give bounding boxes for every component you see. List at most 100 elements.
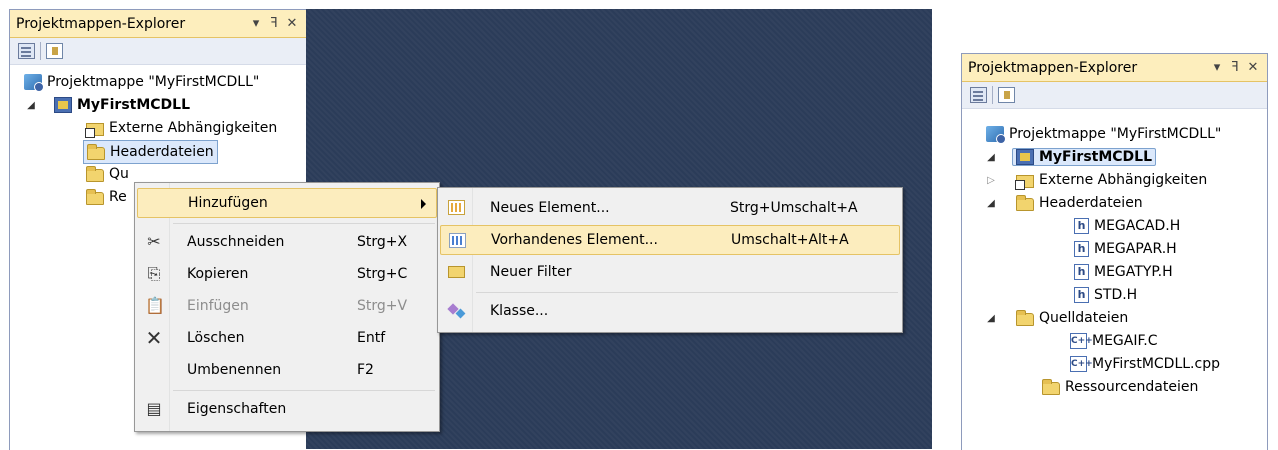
copy-icon: ⎘ xyxy=(147,264,161,283)
ressourcendateien-label: Re xyxy=(109,189,127,205)
external-deps-label: Externe Abhängigkeiten xyxy=(109,120,278,136)
submenu-hinzufuegen: Neues Element... Strg+Umschalt+A Vorhand… xyxy=(437,187,903,333)
menu-item-label: Einfügen xyxy=(187,298,249,314)
menu-shortcut: Strg+C xyxy=(357,266,408,282)
show-all-files-icon[interactable] xyxy=(46,43,63,59)
tree-node-project[interactable]: ◢ MyFirstMCDLL xyxy=(24,94,190,116)
pin-icon[interactable]: ꟻ xyxy=(1227,60,1243,75)
header-file-icon: h xyxy=(1074,241,1089,257)
solution-explorer-right: Projektmappen-Explorer ▾ ꟻ ✕ Projektmapp… xyxy=(961,53,1268,450)
file-label: MEGAPAR.H xyxy=(1094,241,1177,257)
external-dependencies-icon xyxy=(1015,174,1034,190)
menu-item-loeschen[interactable]: ✕ Löschen Entf xyxy=(137,323,437,353)
expand-arrow-icon[interactable]: ▷ xyxy=(984,175,998,186)
properties-icon[interactable] xyxy=(970,87,987,103)
class-icon xyxy=(448,303,465,318)
quelldateien-label: Qu xyxy=(109,166,129,182)
solution-icon xyxy=(986,126,1006,144)
tree-node-megatyp-h[interactable]: h MEGATYP.H xyxy=(1074,261,1173,283)
tree-node-project[interactable]: ◢ MyFirstMCDLL xyxy=(984,146,1157,168)
dropdown-icon[interactable]: ▾ xyxy=(1209,60,1225,75)
toolbar-separator xyxy=(40,42,41,60)
menu-item-label: Eigenschaften xyxy=(187,401,287,417)
headerdateien-label: Headerdateien xyxy=(1039,195,1143,211)
tree-node-headerdateien[interactable]: ◢ Headerdateien xyxy=(984,192,1143,214)
external-dependencies-icon xyxy=(85,122,104,138)
quelldateien-label: Quelldateien xyxy=(1039,310,1129,326)
folder-icon xyxy=(86,165,104,182)
project-selection: MyFirstMCDLL xyxy=(1012,148,1157,166)
collapse-arrow-icon[interactable]: ◢ xyxy=(984,313,998,324)
tree-node-myfirstmcdll-cpp[interactable]: C++ MyFirstMCDLL.cpp xyxy=(1070,353,1220,375)
properties-icon[interactable] xyxy=(18,43,35,59)
folder-icon xyxy=(86,188,104,205)
menu-item-neues-element[interactable]: Neues Element... Strg+Umschalt+A xyxy=(440,193,900,223)
dropdown-icon[interactable]: ▾ xyxy=(248,16,264,31)
collapse-arrow-icon[interactable]: ◢ xyxy=(984,198,998,209)
external-deps-label: Externe Abhängigkeiten xyxy=(1039,172,1208,188)
show-all-files-icon[interactable] xyxy=(998,87,1015,103)
menu-shortcut: Entf xyxy=(357,330,386,346)
cpp-file-icon: C++ xyxy=(1070,356,1093,372)
menu-item-ausschneiden[interactable]: ✂ Ausschneiden Strg+X xyxy=(137,227,437,257)
file-label: MEGACAD.H xyxy=(1094,218,1181,234)
folder-icon xyxy=(1042,378,1060,395)
menu-item-label: Umbenennen xyxy=(187,362,282,378)
project-icon xyxy=(1016,149,1034,165)
tree-node-std-h[interactable]: h STD.H xyxy=(1074,284,1137,306)
menu-shortcut: Strg+X xyxy=(357,234,408,250)
scissors-icon: ✂ xyxy=(147,232,161,251)
tree-node-external-deps[interactable]: ▷ Externe Abhängigkeiten xyxy=(984,169,1207,191)
project-label: MyFirstMCDLL xyxy=(1039,149,1153,165)
tree-node-headerdateien[interactable]: Headerdateien xyxy=(83,140,218,164)
explorer-title: Projektmappen-Explorer xyxy=(968,59,1138,76)
tree-node-solution[interactable]: Projektmappe "MyFirstMCDLL" xyxy=(986,123,1221,145)
menu-item-label: Neues Element... xyxy=(490,200,610,216)
explorer-toolbar xyxy=(10,38,306,65)
tree-node-quelldateien[interactable]: ◢ Quelldateien xyxy=(984,307,1128,329)
project-label: MyFirstMCDLL xyxy=(77,97,191,113)
submenu-arrow-icon xyxy=(421,199,426,209)
file-label: MyFirstMCDLL.cpp xyxy=(1092,356,1220,372)
tree-node-solution[interactable]: Projektmappe "MyFirstMCDLL" xyxy=(24,71,259,93)
menu-shortcut: Strg+V xyxy=(357,298,408,314)
menu-item-hinzufuegen[interactable]: Hinzufügen xyxy=(137,188,437,218)
menu-item-einfuegen[interactable]: 📋 Einfügen Strg+V xyxy=(137,291,437,321)
menu-item-label: Klasse... xyxy=(490,303,549,319)
toolbar-separator xyxy=(992,86,993,104)
menu-item-neuer-filter[interactable]: Neuer Filter xyxy=(440,257,900,287)
tree-node-quelldateien[interactable]: Qu xyxy=(86,163,129,185)
menu-item-label: Kopieren xyxy=(187,266,249,282)
project-icon xyxy=(54,97,72,113)
menu-shortcut: F2 xyxy=(357,362,374,378)
open-folder-icon xyxy=(1016,309,1034,326)
folder-icon xyxy=(87,143,105,160)
close-icon[interactable]: ✕ xyxy=(284,16,300,31)
delete-icon: ✕ xyxy=(145,326,163,350)
tree-node-megaif-c[interactable]: C++ MEGAIF.C xyxy=(1070,330,1158,352)
tree-node-ressourcendateien[interactable]: Re xyxy=(86,186,127,208)
menu-separator xyxy=(173,223,435,224)
menu-item-kopieren[interactable]: ⎘ Kopieren Strg+C xyxy=(137,259,437,289)
ressourcendateien-label: Ressourcendateien xyxy=(1065,379,1199,395)
pin-icon[interactable]: ꟻ xyxy=(266,16,282,31)
menu-item-label: Vorhandenes Element... xyxy=(491,232,658,248)
menu-item-vorhandenes-element[interactable]: Vorhandenes Element... Umschalt+Alt+A xyxy=(440,225,900,255)
menu-item-label: Ausschneiden xyxy=(187,234,285,250)
context-menu: Hinzufügen ✂ Ausschneiden Strg+X ⎘ Kopie… xyxy=(134,182,440,432)
tree-node-ressourcendateien[interactable]: Ressourcendateien xyxy=(1042,376,1198,398)
file-label: STD.H xyxy=(1094,287,1138,303)
close-icon[interactable]: ✕ xyxy=(1245,60,1261,75)
properties-icon: ▤ xyxy=(146,399,162,418)
menu-item-umbenennen[interactable]: Umbenennen F2 xyxy=(137,355,437,385)
tree-node-external-deps[interactable]: Externe Abhängigkeiten xyxy=(85,117,278,139)
file-label: MEGATYP.H xyxy=(1094,264,1173,280)
menu-item-klasse[interactable]: Klasse... xyxy=(440,296,900,326)
tree-node-megacad-h[interactable]: h MEGACAD.H xyxy=(1074,215,1180,237)
explorer-title: Projektmappen-Explorer xyxy=(16,15,186,32)
menu-item-eigenschaften[interactable]: ▤ Eigenschaften xyxy=(137,394,437,424)
tree-node-megapar-h[interactable]: h MEGAPAR.H xyxy=(1074,238,1177,260)
menu-separator xyxy=(476,292,898,293)
collapse-arrow-icon[interactable]: ◢ xyxy=(984,152,998,163)
collapse-arrow-icon[interactable]: ◢ xyxy=(24,100,38,111)
